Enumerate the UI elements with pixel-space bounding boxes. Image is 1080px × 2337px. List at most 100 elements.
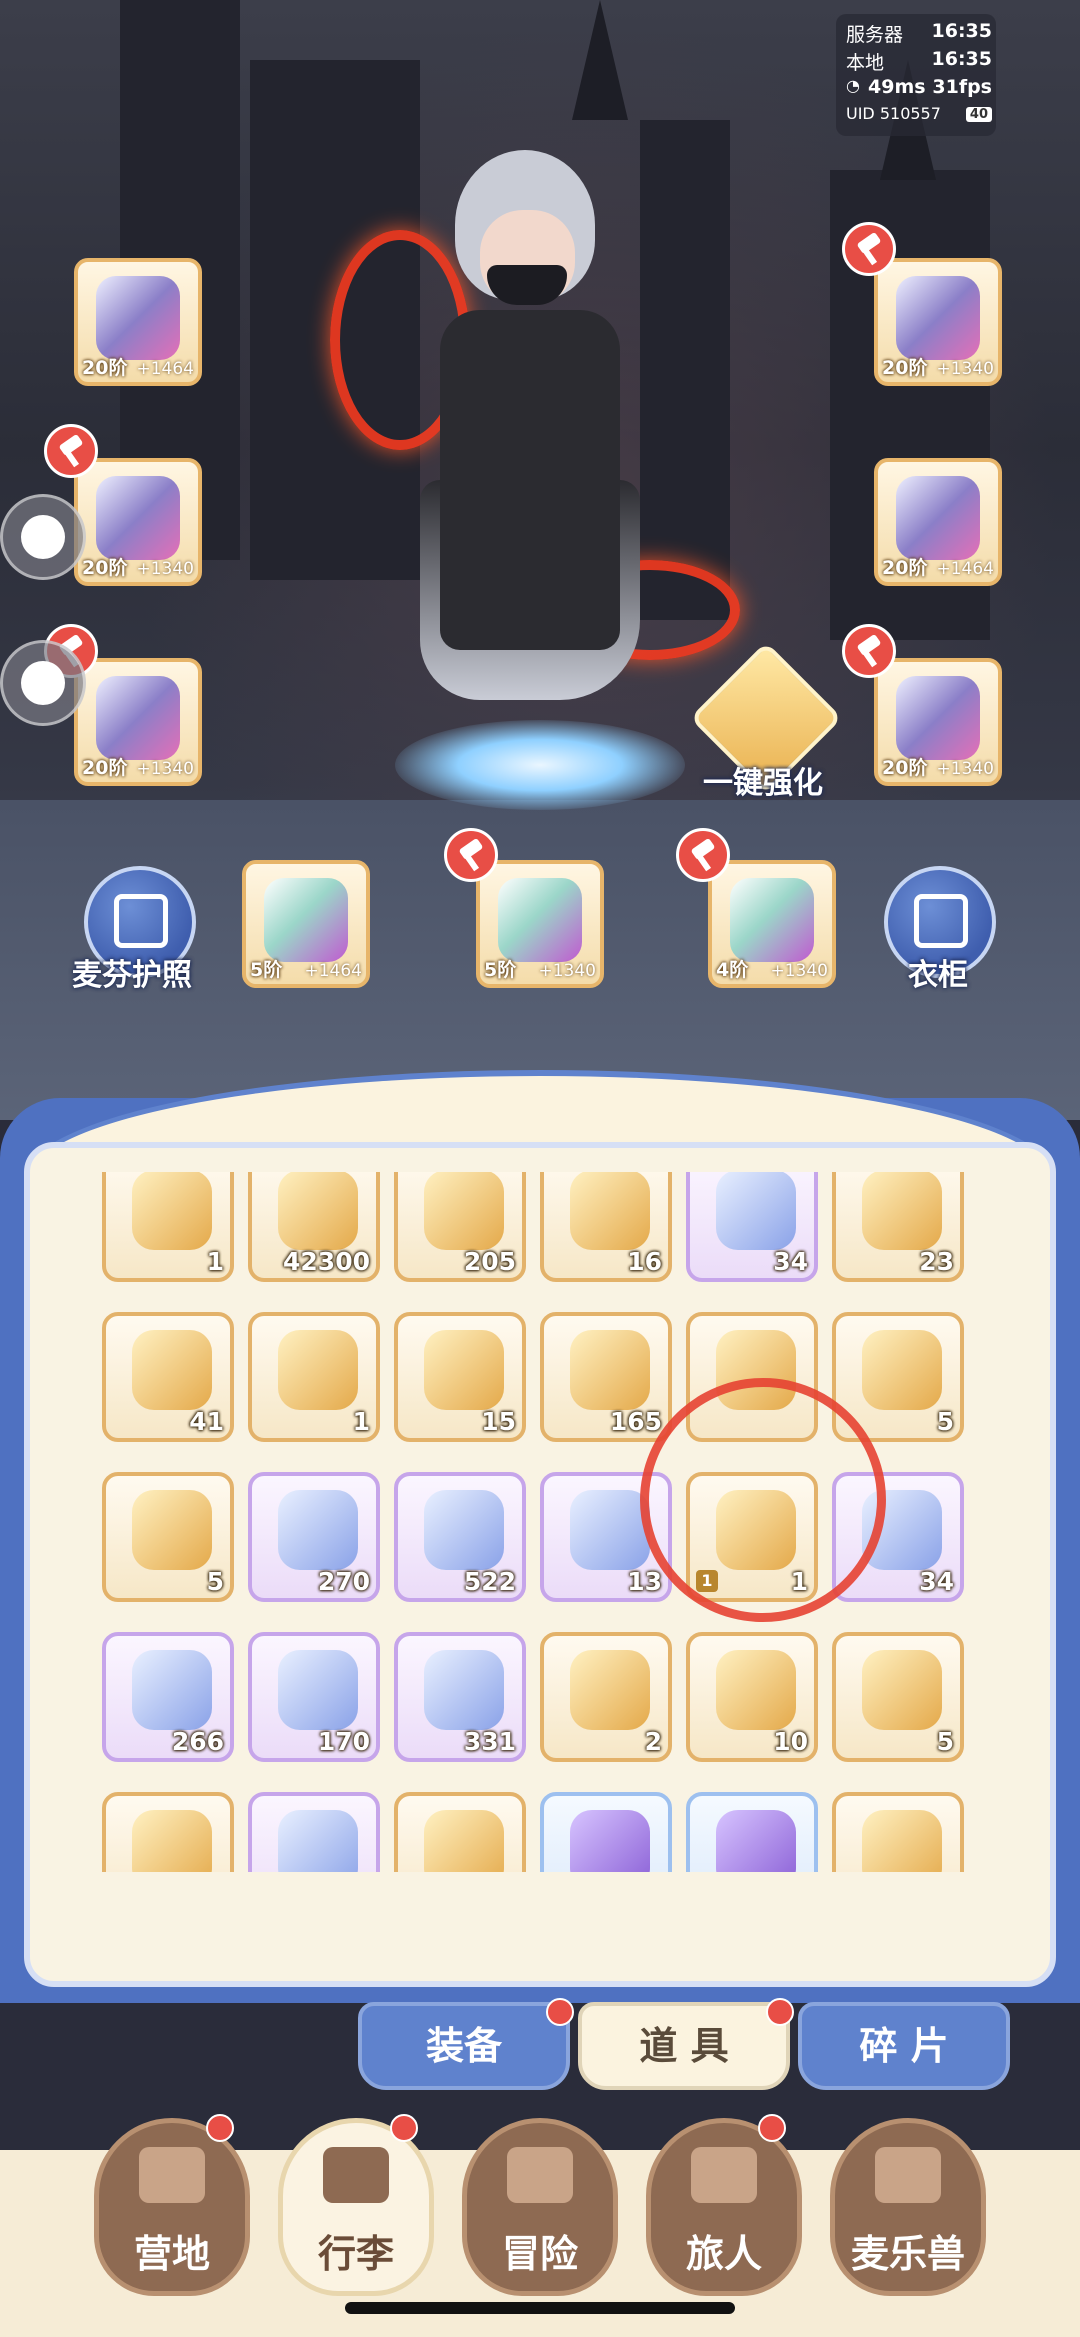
server-label: 服务器 <box>846 24 904 46</box>
ring-icon <box>264 878 348 962</box>
equip-bonus: +1464 <box>136 359 194 379</box>
equip-slot-belt[interactable]: 20阶 +1340 <box>74 658 202 786</box>
inventory-item[interactable]: 42300 <box>248 1172 380 1282</box>
inventory-item[interactable]: 5 <box>102 1472 234 1602</box>
water-bottle-icon <box>424 1810 504 1872</box>
tab-label: 装备 <box>425 2024 502 2068</box>
inventory-item[interactable] <box>248 1792 380 1872</box>
accessory-slot-earring[interactable]: 4阶 +1340 <box>708 860 836 988</box>
inventory-item[interactable]: 1 <box>102 1172 234 1282</box>
chat-bubble-icon <box>21 661 65 705</box>
item-count: 34 <box>773 1247 808 1276</box>
star-icon <box>132 1810 212 1872</box>
inventory-item[interactable]: 23 <box>832 1172 964 1282</box>
item-count: 270 <box>317 1567 370 1596</box>
inventory-item[interactable] <box>686 1792 818 1872</box>
tab-label: 碎 片 <box>859 2024 949 2068</box>
inventory-item[interactable]: 522 <box>394 1472 526 1602</box>
home-indicator[interactable] <box>345 2302 735 2314</box>
item-count: 16 <box>627 1247 662 1276</box>
character-mask <box>487 265 567 305</box>
paper-plane-icon <box>716 1650 796 1730</box>
nav-label: 冒险 <box>501 2232 578 2276</box>
item-count: 5 <box>936 1727 954 1756</box>
boots-icon <box>896 676 980 760</box>
weapon-glow <box>395 720 685 810</box>
ink-quill-icon <box>132 1330 212 1410</box>
inventory-item[interactable]: 41 <box>102 1312 234 1442</box>
status-widget: 服务器 16:35 本地 16:35 ◔ 49ms 31fps UID 510557 40 <box>836 14 996 136</box>
equip-bonus: +1340 <box>136 559 194 579</box>
item-count: 23 <box>919 1247 954 1276</box>
notification-dot <box>766 1998 794 2026</box>
upgrade-hammer-icon <box>842 624 896 678</box>
necklace-icon <box>498 878 582 962</box>
equip-slot-gauntlet[interactable]: 20阶 +1464 <box>874 458 1002 586</box>
bell-icon <box>862 1810 942 1872</box>
accessory-slot-ring[interactable]: 5阶 +1464 <box>242 860 370 988</box>
equip-slot-boots[interactable]: 20阶 +1340 <box>874 658 1002 786</box>
iron-icon <box>424 1330 504 1410</box>
one-click-upgrade-label[interactable]: 一键强化 <box>703 758 823 802</box>
dolphin-icon <box>278 1810 358 1872</box>
ping-value: 49ms <box>868 76 926 98</box>
nav-traveler[interactable]: 旅人 <box>646 2118 802 2296</box>
item-count: 5 <box>936 1407 954 1436</box>
prism-gem-icon <box>862 1650 942 1730</box>
equip-slot-helmet[interactable]: 20阶 +1340 <box>874 258 1002 386</box>
accessory-slot-necklace[interactable]: 5阶 +1340 <box>476 860 604 988</box>
inventory-item[interactable]: 10 <box>686 1632 818 1762</box>
nav-label: 麦乐兽 <box>850 2232 965 2276</box>
inventory-item[interactable] <box>394 1792 526 1872</box>
nav-pets[interactable]: 麦乐兽 <box>830 2118 986 2296</box>
inventory-item[interactable]: 2 <box>540 1632 672 1762</box>
tab-fragments[interactable]: 碎 片 <box>798 2002 1010 2090</box>
inventory-item[interactable]: 5 <box>832 1632 964 1762</box>
inventory-item[interactable]: 170 <box>248 1632 380 1762</box>
nav-luggage[interactable]: 行李 <box>278 2118 434 2296</box>
equip-bonus: +1464 <box>936 559 994 579</box>
item-count: 1 <box>206 1247 224 1276</box>
tab-equipment[interactable]: 装备 <box>358 2002 570 2090</box>
star-scroll-icon <box>278 1330 358 1410</box>
inventory-item[interactable] <box>832 1792 964 1872</box>
nav-camp[interactable]: 营地 <box>94 2118 250 2296</box>
character-body <box>440 310 620 650</box>
tab-items[interactable]: 道 具 <box>578 2002 790 2090</box>
wifi-icon: ◔ <box>846 76 860 95</box>
equip-slot-armor[interactable]: 20阶 +1340 <box>74 458 202 586</box>
item-count: 331 <box>463 1727 516 1756</box>
passport-label[interactable]: 麦芬护照 <box>72 950 192 994</box>
bow-icon <box>96 276 180 360</box>
wardrobe-label[interactable]: 衣柜 <box>908 950 968 994</box>
nav-adventure[interactable]: 冒险 <box>462 2118 618 2296</box>
inventory-item[interactable]: 331 <box>394 1632 526 1762</box>
notification-dot <box>758 2114 786 2142</box>
helmet-icon <box>896 276 980 360</box>
pet-assistant-button[interactable] <box>0 494 86 580</box>
inventory-item[interactable]: 1 <box>248 1312 380 1442</box>
chat-button[interactable] <box>0 640 86 726</box>
item-count: 41 <box>189 1407 224 1436</box>
inventory-item[interactable]: 165 <box>540 1312 672 1442</box>
inventory-item[interactable] <box>540 1792 672 1872</box>
inventory-item[interactable]: 205 <box>394 1172 526 1282</box>
traveler-icon <box>691 2147 757 2203</box>
inventory-item[interactable]: 266 <box>102 1632 234 1762</box>
inventory-item[interactable]: 34 <box>686 1172 818 1282</box>
wood-planks-icon <box>278 1172 358 1250</box>
inventory-item[interactable]: 16 <box>540 1172 672 1282</box>
spoon-icon <box>570 1330 650 1410</box>
inventory-item[interactable] <box>102 1792 234 1872</box>
item-count: 1 <box>352 1407 370 1436</box>
notification-dot <box>390 2114 418 2142</box>
tab-label: 道 具 <box>639 2024 729 2068</box>
item-count: 2 <box>644 1727 662 1756</box>
sandwich-icon <box>862 1330 942 1410</box>
inventory-item[interactable]: 15 <box>394 1312 526 1442</box>
equip-bonus: +1340 <box>936 759 994 779</box>
equip-bonus: +1340 <box>936 359 994 379</box>
equip-slot-bow[interactable]: 20阶 +1464 <box>74 258 202 386</box>
ticket-icon <box>570 1650 650 1730</box>
inventory-item[interactable]: 270 <box>248 1472 380 1602</box>
